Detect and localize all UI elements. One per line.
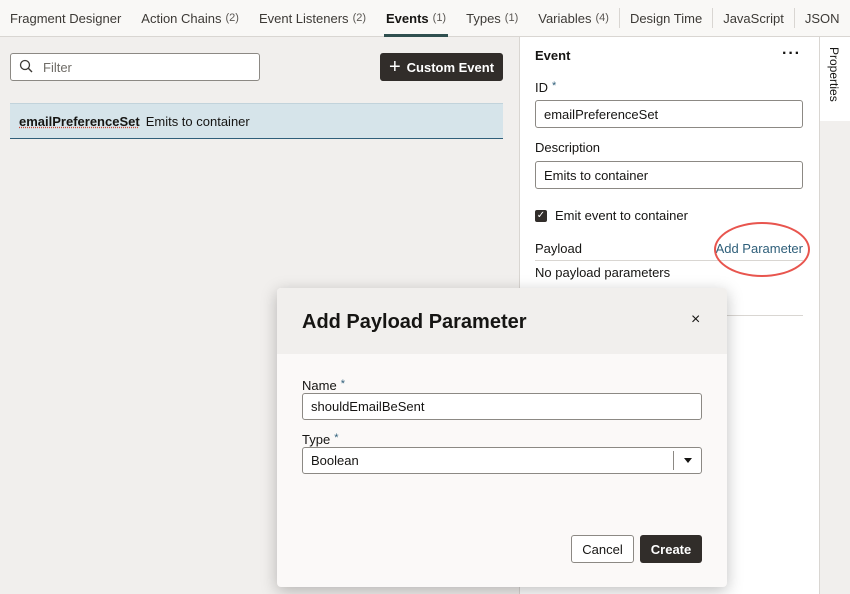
tab-label: Events [386, 11, 429, 26]
cancel-button[interactable]: Cancel [571, 535, 634, 563]
dialog-title: Add Payload Parameter [302, 311, 527, 334]
required-icon: * [341, 378, 345, 390]
description-field[interactable]: Emits to container [535, 161, 803, 189]
event-name: emailPreferenceSet [19, 114, 140, 129]
tab-label: JavaScript [723, 11, 784, 26]
type-label: Type * [302, 432, 338, 447]
name-label: Name * [302, 378, 345, 393]
tab-fragment-designer[interactable]: Fragment Designer [0, 0, 131, 36]
no-payload-text: No payload parameters [535, 265, 670, 280]
name-field[interactable]: shouldEmailBeSent [302, 393, 702, 420]
properties-tab-label: Properties [827, 47, 841, 102]
event-description: Emits to container [146, 114, 250, 129]
panel-title: Event [535, 48, 570, 63]
type-select[interactable]: Boolean [302, 447, 702, 474]
name-label-text: Name [302, 378, 337, 393]
id-label-text: ID [535, 80, 548, 95]
tab-javascript[interactable]: JavaScript [713, 0, 794, 36]
id-label: ID * [535, 80, 556, 95]
tab-label: Fragment Designer [10, 11, 121, 26]
search-icon [19, 59, 33, 76]
more-actions-icon[interactable]: ··· [782, 45, 801, 63]
tab-label: Event Listeners [259, 11, 349, 26]
chevron-down-icon[interactable] [673, 451, 701, 470]
emit-label: Emit event to container [555, 208, 688, 223]
tab-event-listeners[interactable]: Event Listeners (2) [249, 0, 376, 36]
tab-design-time[interactable]: Design Time [620, 0, 712, 36]
payload-label: Payload [535, 241, 582, 256]
tab-label: Types [466, 11, 501, 26]
checkmark-icon: ✓ [535, 210, 547, 222]
plus-icon: + [389, 57, 401, 77]
custom-event-button[interactable]: + Custom Event [380, 53, 503, 81]
event-list-item[interactable]: emailPreferenceSet Emits to container [10, 103, 503, 139]
tab-count: (4) [595, 12, 608, 24]
required-icon: * [552, 80, 556, 92]
tab-bar: Fragment Designer Action Chains (2) Event… [0, 0, 850, 37]
tab-types[interactable]: Types (1) [456, 0, 528, 36]
type-value: Boolean [311, 453, 359, 468]
tab-count: (2) [226, 12, 239, 24]
tab-events[interactable]: Events (1) [376, 0, 456, 36]
required-icon: * [334, 432, 338, 444]
tab-label: Action Chains [141, 11, 221, 26]
description-label: Description [535, 140, 600, 155]
properties-strip: Properties [819, 37, 850, 594]
filter-placeholder: Filter [43, 60, 72, 75]
highlight-circle [714, 222, 810, 277]
properties-tab[interactable]: Properties [820, 37, 850, 121]
custom-event-label: Custom Event [407, 60, 494, 75]
add-payload-dialog: Add Payload Parameter × Name * shouldEmai… [277, 288, 727, 587]
id-field[interactable]: emailPreferenceSet [535, 100, 803, 128]
dialog-header: Add Payload Parameter × [277, 288, 727, 354]
tab-variables[interactable]: Variables (4) [528, 0, 619, 36]
type-label-text: Type [302, 432, 330, 447]
emit-checkbox[interactable]: ✓ Emit event to container [535, 208, 688, 223]
filter-input[interactable]: Filter [10, 53, 260, 81]
tab-label: Design Time [630, 11, 702, 26]
create-button[interactable]: Create [640, 535, 702, 563]
id-value: emailPreferenceSet [544, 107, 658, 122]
close-icon[interactable]: × [691, 311, 700, 329]
caret-shape [684, 458, 692, 463]
description-value: Emits to container [544, 168, 648, 183]
tab-count: (1) [433, 12, 446, 24]
tab-count: (2) [353, 12, 366, 24]
tab-label: JSON [805, 11, 840, 26]
tab-label: Variables [538, 11, 591, 26]
tab-json[interactable]: JSON [795, 0, 850, 36]
tab-action-chains[interactable]: Action Chains (2) [131, 0, 249, 36]
tab-count: (1) [505, 12, 518, 24]
name-value: shouldEmailBeSent [311, 399, 424, 414]
